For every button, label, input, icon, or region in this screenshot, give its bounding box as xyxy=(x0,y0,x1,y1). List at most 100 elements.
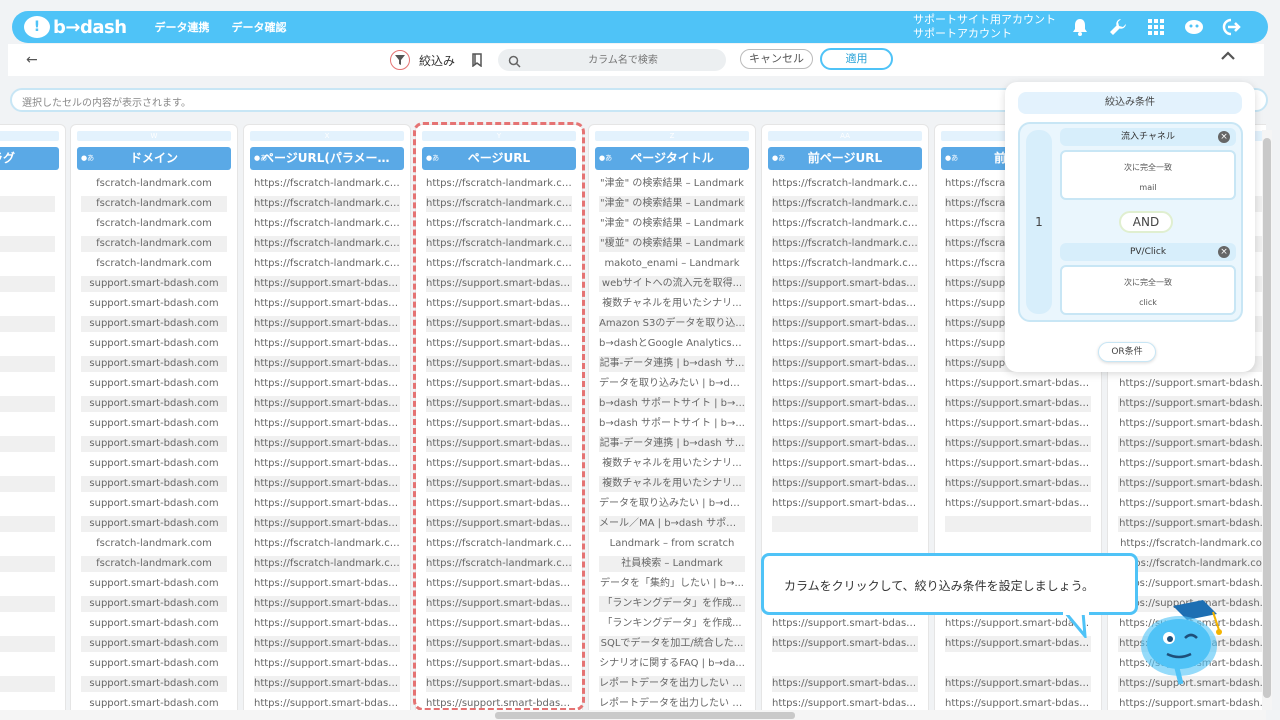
table-cell[interactable] xyxy=(0,574,59,594)
table-cell[interactable]: b→dashとGoogle Analyticsの... xyxy=(595,334,749,354)
column-header[interactable]: ●あ ページURL xyxy=(422,147,576,170)
table-cell[interactable]: webサイトへの流入元を取得... xyxy=(595,274,749,294)
wrench-icon[interactable] xyxy=(1108,17,1128,37)
table-cell[interactable] xyxy=(941,514,1095,534)
horizontal-scroll-thumb[interactable] xyxy=(495,712,795,719)
table-cell[interactable] xyxy=(0,654,59,674)
table-cell[interactable]: https://fscratch-landmark.com xyxy=(422,534,576,554)
table-cell[interactable] xyxy=(0,554,59,574)
vertical-scroll-thumb[interactable] xyxy=(1263,138,1271,698)
table-cell[interactable]: https://support.smart-bdash.com xyxy=(768,394,922,414)
table-cell[interactable]: データを取り込みたい | b→da... xyxy=(595,494,749,514)
table-cell[interactable]: https://support.smart-bdash.com xyxy=(250,294,404,314)
table-cell[interactable]: https://fscratch-landmark.com xyxy=(768,254,922,274)
account-info[interactable]: サポートサイト用アカウント サポートアカウント xyxy=(913,13,1056,41)
table-cell[interactable] xyxy=(0,594,59,614)
table-cell[interactable]: https://support.smart-bdash.com xyxy=(250,474,404,494)
table-cell[interactable]: https://support.smart-bdash.com xyxy=(941,674,1095,694)
table-cell[interactable]: https://support.smart-bdash.com xyxy=(250,654,404,674)
grid-column[interactable]: W ●あ ドメイン fscratch-landmark.com fscratch-lan… xyxy=(70,124,238,710)
table-cell[interactable]: support.smart-bdash.com xyxy=(77,514,231,534)
table-cell[interactable] xyxy=(0,214,59,234)
table-cell[interactable]: support.smart-bdash.com xyxy=(77,354,231,374)
condition-field[interactable]: 流入チャネル × xyxy=(1060,128,1236,146)
table-cell[interactable]: "榎並" の検索結果 – Landmark xyxy=(595,234,749,254)
table-cell[interactable]: https://support.smart-bdash.com xyxy=(941,434,1095,454)
table-cell[interactable]: support.smart-bdash.com xyxy=(77,674,231,694)
table-cell[interactable]: メール／MA | b→dash サポー... xyxy=(595,514,749,534)
table-cell[interactable]: データを「集約」したい | b→... xyxy=(595,574,749,594)
table-cell[interactable]: シナリオに関するFAQ | b→da... xyxy=(595,654,749,674)
table-cell[interactable]: https://support.smart-bdash.com xyxy=(422,454,576,474)
table-cell[interactable]: https://fscratch-landmark.com xyxy=(768,214,922,234)
table-cell[interactable]: https://support.smart-bdash.com xyxy=(768,294,922,314)
table-cell[interactable]: https://fscratch-landmark.com xyxy=(422,214,576,234)
logo[interactable]: ! b→dash xyxy=(24,16,127,38)
table-cell[interactable]: support.smart-bdash.com xyxy=(77,494,231,514)
table-cell[interactable]: https://support.smart-bdash.com xyxy=(250,634,404,654)
table-cell[interactable]: https://support.smart-bdash.com xyxy=(941,454,1095,474)
mascot-guide-icon[interactable] xyxy=(1133,598,1225,690)
column-search-input[interactable] xyxy=(528,49,718,71)
table-cell[interactable] xyxy=(0,634,59,654)
table-cell[interactable] xyxy=(0,494,59,514)
table-cell[interactable]: https://fscratch-landmark.com xyxy=(250,174,404,194)
table-cell[interactable]: https://support.smart-bdash.com xyxy=(250,334,404,354)
bell-icon[interactable] xyxy=(1070,17,1090,37)
table-cell[interactable]: 「ランキングデータ」を作成... xyxy=(595,594,749,614)
table-cell[interactable] xyxy=(768,514,922,534)
table-cell[interactable]: 社員検索 – Landmark xyxy=(595,554,749,574)
table-cell[interactable]: https://support.smart-bdash.com xyxy=(941,494,1095,514)
table-cell[interactable]: support.smart-bdash.com xyxy=(77,454,231,474)
remove-condition-icon[interactable]: × xyxy=(1218,131,1230,143)
table-cell[interactable]: https://fscratch-landmark.com xyxy=(422,234,576,254)
table-cell[interactable]: https://support.smart-bdash.com xyxy=(768,694,922,710)
table-cell[interactable]: https://support.smart-bdash.com xyxy=(250,574,404,594)
table-cell[interactable] xyxy=(0,174,59,194)
table-cell[interactable] xyxy=(0,614,59,634)
table-cell[interactable] xyxy=(0,374,59,394)
table-cell[interactable]: support.smart-bdash.com xyxy=(77,434,231,454)
table-cell[interactable]: 「ランキングデータ」を作成... xyxy=(595,614,749,634)
table-cell[interactable]: support.smart-bdash.com xyxy=(77,634,231,654)
table-cell[interactable] xyxy=(0,694,59,710)
table-cell[interactable]: https://support.smart-bdash.com xyxy=(250,514,404,534)
table-cell[interactable]: https://support.smart-bdash.com xyxy=(422,694,576,710)
column-header[interactable]: ●あ 前ページURL xyxy=(768,147,922,170)
table-cell[interactable]: https://fscratch-landmark.com xyxy=(250,554,404,574)
table-cell[interactable]: support.smart-bdash.com xyxy=(77,274,231,294)
table-cell[interactable]: https://support.smart-bdash.com xyxy=(422,514,576,534)
table-cell[interactable] xyxy=(0,414,59,434)
grid-column[interactable]: Z ●あ ページタイトル "津金" の検索結果 – Landmark "津金" の検索結… xyxy=(588,124,756,710)
table-cell[interactable]: https://fscratch-landmark.com xyxy=(422,194,576,214)
table-cell[interactable]: makoto_enami – Landmark xyxy=(595,254,749,274)
table-cell[interactable]: https://support.smart-bdash.com xyxy=(250,314,404,334)
table-cell[interactable]: support.smart-bdash.com xyxy=(77,314,231,334)
table-cell[interactable] xyxy=(0,394,59,414)
table-cell[interactable]: https://support.smart-bdash.com xyxy=(768,374,922,394)
table-cell[interactable]: https://support.smart-bdash.com xyxy=(768,634,922,654)
table-cell[interactable] xyxy=(0,274,59,294)
table-cell[interactable]: https://support.smart-bdash.com xyxy=(422,594,576,614)
table-cell[interactable]: https://support.smart-bdash.com xyxy=(941,414,1095,434)
table-cell[interactable]: support.smart-bdash.com xyxy=(77,574,231,594)
table-cell[interactable]: https://support.smart-bdash.com xyxy=(250,594,404,614)
table-cell[interactable]: https://fscratch-landmark.com xyxy=(768,174,922,194)
table-cell[interactable]: https://support.smart-bdash.com xyxy=(422,374,576,394)
table-cell[interactable]: support.smart-bdash.com xyxy=(77,694,231,710)
table-cell[interactable]: https://support.smart-bdash.com xyxy=(250,354,404,374)
table-cell[interactable]: support.smart-bdash.com xyxy=(77,474,231,494)
table-cell[interactable]: https://support.smart-bdash.com xyxy=(422,354,576,374)
filter-funnel-icon[interactable] xyxy=(390,50,410,70)
table-cell[interactable] xyxy=(0,254,59,274)
table-cell[interactable]: https://support.smart-bdash.com xyxy=(941,694,1095,710)
table-cell[interactable]: support.smart-bdash.com xyxy=(77,594,231,614)
table-cell[interactable]: Landmark – from scratch xyxy=(595,534,749,554)
condition-field[interactable]: PV/Click × xyxy=(1060,243,1236,261)
table-cell[interactable]: fscratch-landmark.com xyxy=(77,174,231,194)
table-cell[interactable]: https://support.smart-bdash.com xyxy=(250,394,404,414)
table-cell[interactable]: "津金" の検索結果 – Landmark xyxy=(595,194,749,214)
table-cell[interactable]: https://support.smart-bdash.com xyxy=(422,654,576,674)
table-cell[interactable] xyxy=(0,334,59,354)
table-cell[interactable]: https://support.smart-bdash. xyxy=(1114,414,1266,434)
